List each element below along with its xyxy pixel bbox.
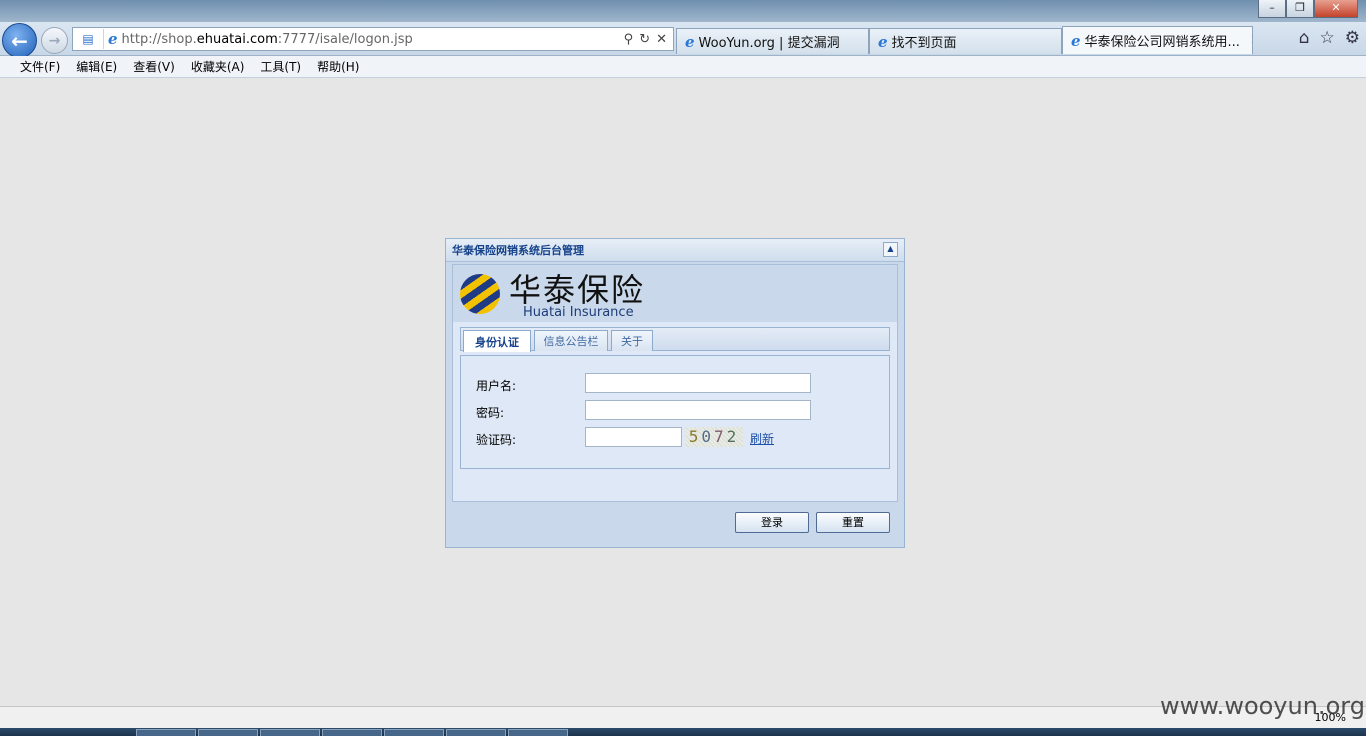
tab-not-found[interactable]: e 找不到页面: [869, 28, 1062, 54]
tab-label: WooYun.org | 提交漏洞: [698, 36, 840, 51]
browser-toolbar-icons: ⌂ ☆ ⚙: [1299, 28, 1360, 48]
menu-tools[interactable]: 工具(T): [252, 58, 309, 75]
url-suffix: :7777/isale/logon.jsp: [277, 31, 413, 47]
menu-view[interactable]: 查看(V): [125, 58, 183, 75]
login-button[interactable]: 登录: [735, 512, 809, 533]
url-prefix: http://shop.: [121, 31, 197, 47]
address-bar[interactable]: ▤ e http://shop.ehuatai.com:7777/isale/l…: [72, 27, 674, 51]
arrow-left-icon: ←: [11, 28, 28, 53]
ie-logo-icon: e: [685, 32, 695, 51]
chevron-up-icon: ▲: [887, 244, 894, 253]
captcha-label: 验证码:: [476, 433, 517, 447]
compatibility-icon: ▤: [82, 32, 94, 46]
tab-wooyun[interactable]: e WooYun.org | 提交漏洞: [676, 28, 869, 54]
window-titlebar: – ❐ ✕: [0, 0, 1366, 22]
logo-banner: 华泰保险 Huatai Insurance: [453, 265, 897, 322]
taskbar-button[interactable]: [322, 729, 382, 736]
huatai-logo-icon: [460, 274, 500, 314]
taskbar-button[interactable]: [260, 729, 320, 736]
menu-help[interactable]: 帮助(H): [309, 58, 367, 75]
restore-button[interactable]: ❐: [1286, 0, 1314, 18]
taskbar-button[interactable]: [198, 729, 258, 736]
back-button[interactable]: ←: [2, 23, 37, 58]
gear-icon[interactable]: ⚙: [1345, 28, 1360, 48]
panel-header: 华泰保险网销系统后台管理 ▲: [446, 239, 904, 262]
refresh-icon[interactable]: ↻: [639, 32, 650, 47]
tab-label: 找不到页面: [891, 36, 957, 51]
menu-file[interactable]: 文件(F): [12, 58, 68, 75]
forward-button[interactable]: →: [41, 27, 68, 54]
username-row: 用户名:: [461, 373, 891, 395]
stop-icon[interactable]: ✕: [656, 32, 667, 47]
taskbar-button[interactable]: [446, 729, 506, 736]
tab-identity-auth[interactable]: 身份认证: [463, 330, 531, 352]
url-input[interactable]: http://shop.ehuatai.com:7777/isale/logon…: [122, 32, 624, 47]
captcha-char: 5: [688, 427, 702, 446]
compatibility-view-button[interactable]: ▤: [73, 29, 104, 49]
tab-label: 身份认证: [475, 335, 519, 349]
arrow-right-icon: →: [48, 32, 61, 49]
watermark: www.wooyun.org: [1160, 692, 1365, 720]
taskbar: [0, 728, 1366, 736]
captcha-image: 5072: [685, 427, 743, 447]
logo-english-text: Huatai Insurance: [523, 305, 634, 320]
url-domain: ehuatai.com: [196, 31, 278, 47]
ie-logo-icon: e: [108, 30, 118, 48]
close-tab-icon[interactable]: ✕: [1250, 33, 1252, 48]
reset-button[interactable]: 重置: [816, 512, 890, 533]
login-panel: 华泰保险网销系统后台管理 ▲ 华泰保险 Huatai Insurance 身份认…: [445, 238, 905, 548]
panel-title: 华泰保险网销系统后台管理: [452, 244, 584, 257]
ie-logo-icon: e: [1071, 31, 1081, 50]
menu-bar: 文件(F) 编辑(E) 查看(V) 收藏夹(A) 工具(T) 帮助(H): [0, 56, 1366, 78]
tab-label: 关于: [621, 335, 643, 348]
captcha-char: 0: [701, 427, 714, 446]
panel-tabstrip: 身份认证 信息公告栏 关于: [460, 327, 890, 352]
taskbar-button[interactable]: [136, 729, 196, 736]
window-controls: – ❐ ✕: [1258, 0, 1358, 18]
captcha-char: 7: [714, 427, 727, 446]
captcha-char: 2: [726, 427, 740, 446]
ie-logo-icon: e: [878, 32, 888, 51]
taskbar-button[interactable]: [384, 729, 444, 736]
collapse-button[interactable]: ▲: [883, 242, 898, 257]
browser-tabs: e WooYun.org | 提交漏洞 e 找不到页面 e 华泰保险公司网销系统…: [676, 26, 1253, 55]
password-label: 密码:: [476, 406, 505, 420]
menu-favorites[interactable]: 收藏夹(A): [183, 58, 253, 75]
favorites-star-icon[interactable]: ☆: [1320, 28, 1335, 48]
minimize-button[interactable]: –: [1258, 0, 1286, 18]
panel-body: 华泰保险 Huatai Insurance 身份认证 信息公告栏 关于 用户名:…: [452, 264, 898, 502]
tab-label: 华泰保险公司网销系统用...: [1084, 35, 1240, 50]
tab-huatai[interactable]: e 华泰保险公司网销系统用... ✕: [1062, 26, 1253, 54]
password-row: 密码:: [461, 400, 891, 422]
login-form: 用户名: 密码: 验证码: 5072 刷新: [460, 355, 890, 469]
captcha-row: 验证码: 5072 刷新: [461, 427, 891, 449]
tab-about[interactable]: 关于: [611, 330, 653, 351]
search-icon[interactable]: ⚲: [624, 32, 634, 47]
tab-bulletin[interactable]: 信息公告栏: [534, 330, 608, 351]
browser-navbar: ← → ▤ e http://shop.ehuatai.com:7777/isa…: [0, 22, 1366, 58]
username-label: 用户名:: [476, 379, 517, 393]
home-icon[interactable]: ⌂: [1299, 28, 1310, 48]
address-tools: ⚲ ↻ ✕: [624, 32, 673, 47]
password-input[interactable]: [585, 400, 811, 420]
close-window-button[interactable]: ✕: [1314, 0, 1358, 18]
captcha-input[interactable]: [585, 427, 682, 447]
refresh-captcha-link[interactable]: 刷新: [750, 430, 774, 447]
menu-edit[interactable]: 编辑(E): [68, 58, 125, 75]
username-input[interactable]: [585, 373, 811, 393]
tab-label: 信息公告栏: [543, 335, 599, 348]
taskbar-button[interactable]: [508, 729, 568, 736]
